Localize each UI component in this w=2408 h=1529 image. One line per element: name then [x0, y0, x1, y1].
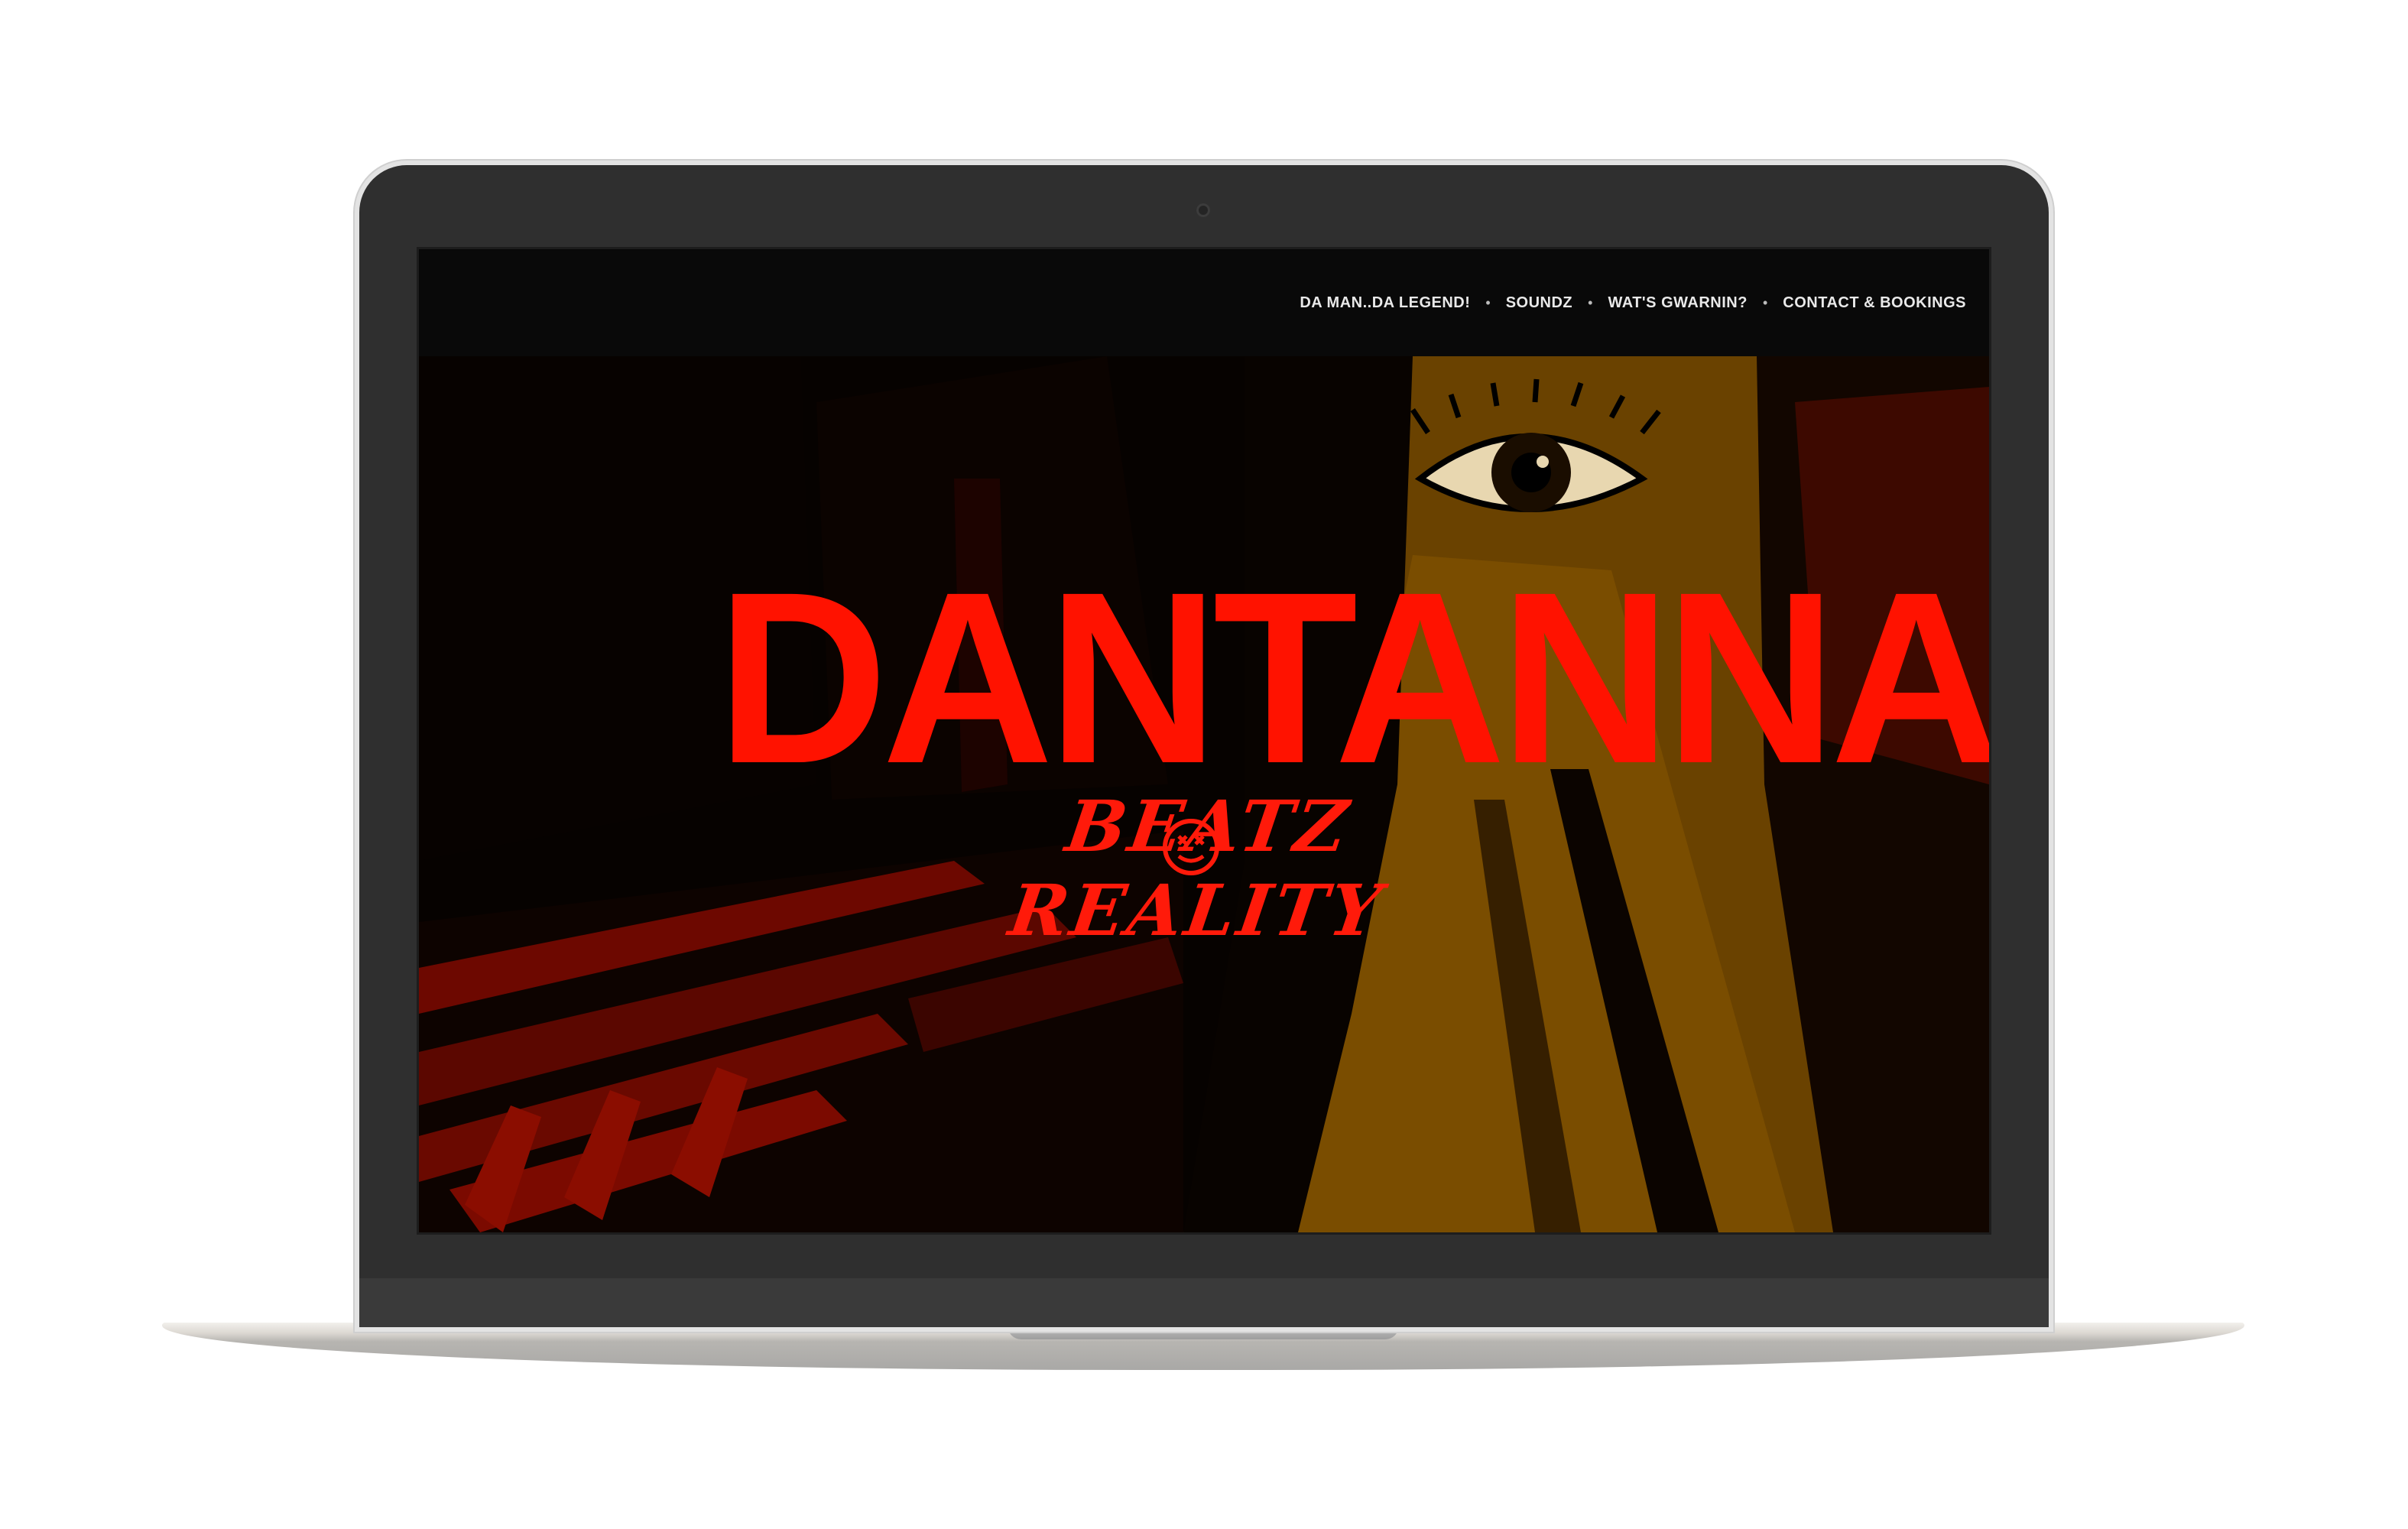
- nav-item-da-man-da-legend[interactable]: DA MAN..DA LEGEND!: [1300, 294, 1470, 312]
- main-navigation: DA MAN..DA LEGEND! • SOUNDZ • WAT'S GWAR…: [419, 249, 1989, 356]
- nav-separator: •: [1762, 294, 1768, 310]
- smiley-x-eyes-icon: [1163, 819, 1219, 875]
- nav-separator: •: [1485, 294, 1491, 310]
- nav-separator: •: [1588, 294, 1593, 310]
- website-screen: DA MAN..DA LEGEND! • SOUNDZ • WAT'S GWAR…: [419, 249, 1989, 1232]
- nav-item-contact-bookings[interactable]: CONTACT & BOOKINGS: [1783, 294, 1966, 312]
- laptop-chin: [359, 1278, 2049, 1327]
- nav-item-wats-gwarnin[interactable]: WAT'S GWARNIN?: [1608, 294, 1747, 312]
- mockup-stage: DA MAN..DA LEGEND! • SOUNDZ • WAT'S GWAR…: [0, 0, 2408, 1529]
- site-logo-title: DANTANNA: [716, 541, 1990, 814]
- nav-item-soundz[interactable]: SOUNDZ: [1506, 294, 1572, 312]
- camera-icon: [1196, 203, 1210, 217]
